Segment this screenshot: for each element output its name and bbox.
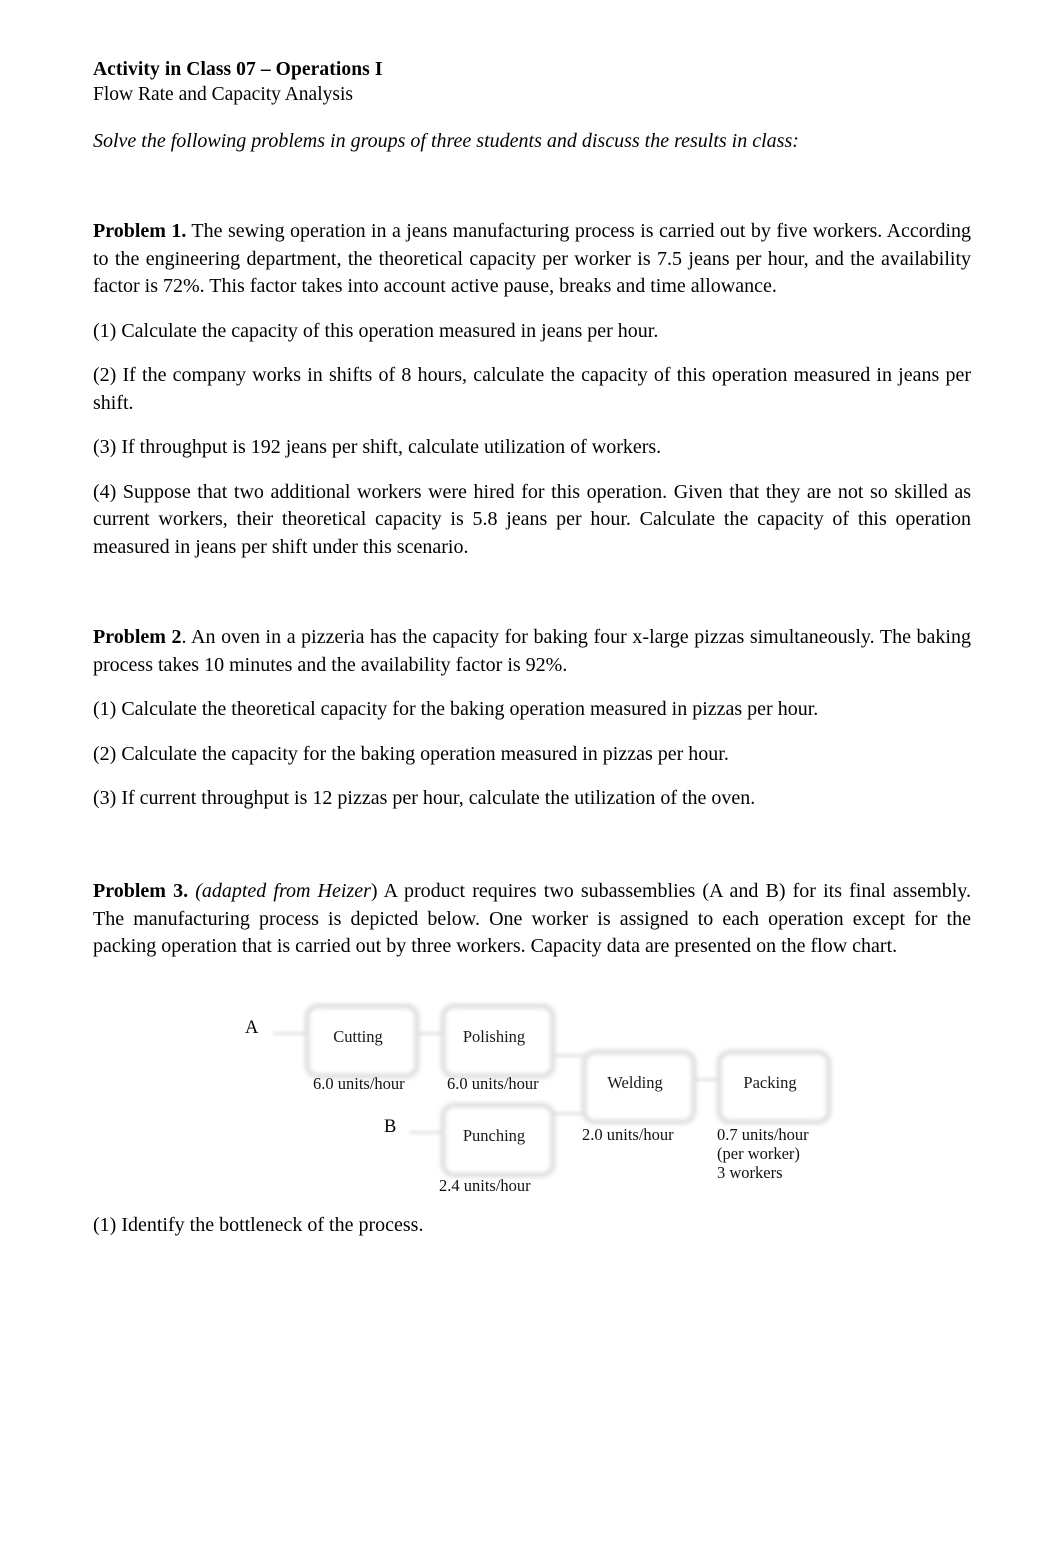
- problem-1-question-4: (4) Suppose that two additional workers …: [93, 480, 971, 558]
- instruction-text: Solve the following problems in groups o…: [93, 130, 799, 152]
- connector-a-to-cutting: [273, 1032, 307, 1035]
- capacity-label-packing: 0.7 units/hour (per worker) 3 workers: [717, 1125, 809, 1182]
- problem-2-body: . An oven in a pizzeria has the capacity…: [93, 626, 971, 676]
- document-header: Activity in Class 07 – Operations I Flow…: [93, 58, 971, 107]
- connector-b-to-punching: [409, 1131, 443, 1134]
- problem-3-label: Problem 3.: [93, 880, 189, 902]
- packing-note-workers: 3 workers: [717, 1163, 783, 1182]
- problem-3-question-1: (1) Identify the bottleneck of the proce…: [93, 1214, 424, 1236]
- packing-note-per-worker: (per worker): [717, 1144, 800, 1163]
- node-label-welding: Welding: [607, 1073, 663, 1092]
- node-label-punching: Punching: [462, 1126, 526, 1145]
- capacity-label-polishing: 6.0 units/hour: [447, 1074, 539, 1093]
- problem-1-question-1: (1) Calculate the capacity of this opera…: [93, 319, 659, 342]
- problem-1-block: Problem 1. The sewing operation in a jea…: [93, 218, 971, 561]
- problem-3-statement: Problem 3. (adapted from Heizer) A produ…: [93, 878, 971, 961]
- problem-1-question-2: (2) If the company works in shifts of 8 …: [93, 364, 971, 414]
- process-flow-chart: A B Cutting Polishing Punching Welding P…: [93, 992, 971, 1202]
- capacity-value-packing: 0.7 units/hour: [717, 1125, 809, 1144]
- node-label-packing: Packing: [743, 1073, 797, 1092]
- node-label-polishing: Polishing: [462, 1027, 526, 1046]
- problem-1-question-3: (3) If throughput is 192 jeans per shift…: [93, 436, 662, 458]
- flow-endpoint-a: A: [245, 1018, 259, 1038]
- problem-3-questions-block: (1) Identify the bottleneck of the proce…: [93, 1212, 971, 1240]
- capacity-label-welding: 2.0 units/hour: [582, 1125, 674, 1144]
- capacity-label-cutting: 6.0 units/hour: [313, 1074, 405, 1093]
- page-subtitle: Flow Rate and Capacity Analysis: [93, 84, 353, 105]
- problem-3-block: Problem 3. (adapted from Heizer) A produ…: [93, 878, 971, 961]
- problem-2-block: Problem 2. An oven in a pizzeria has the…: [93, 624, 971, 813]
- problem-2-question-1: (1) Calculate the theoretical capacity f…: [93, 698, 819, 720]
- page-title: Activity in Class 07 – Operations I: [93, 59, 383, 80]
- problem-1-statement: Problem 1. The sewing operation in a jea…: [93, 218, 971, 301]
- flow-endpoint-b: B: [384, 1117, 397, 1137]
- problem-3-attribution: (adapted from Heizer: [188, 880, 371, 902]
- problem-1-label: Problem 1.: [93, 220, 187, 242]
- problem-2-statement: Problem 2. An oven in a pizzeria has the…: [93, 624, 971, 679]
- problem-2-question-3: (3) If current throughput is 12 pizzas p…: [93, 787, 756, 809]
- problem-2-question-2: (2) Calculate the capacity for the bakin…: [93, 742, 729, 765]
- node-label-cutting: Cutting: [333, 1027, 383, 1046]
- problem-2-label: Problem 2: [93, 626, 182, 648]
- capacity-label-punching: 2.4 units/hour: [439, 1176, 531, 1195]
- problem-1-body: The sewing operation in a jeans manufact…: [93, 220, 971, 297]
- document-page: Activity in Class 07 – Operations I Flow…: [93, 0, 971, 1556]
